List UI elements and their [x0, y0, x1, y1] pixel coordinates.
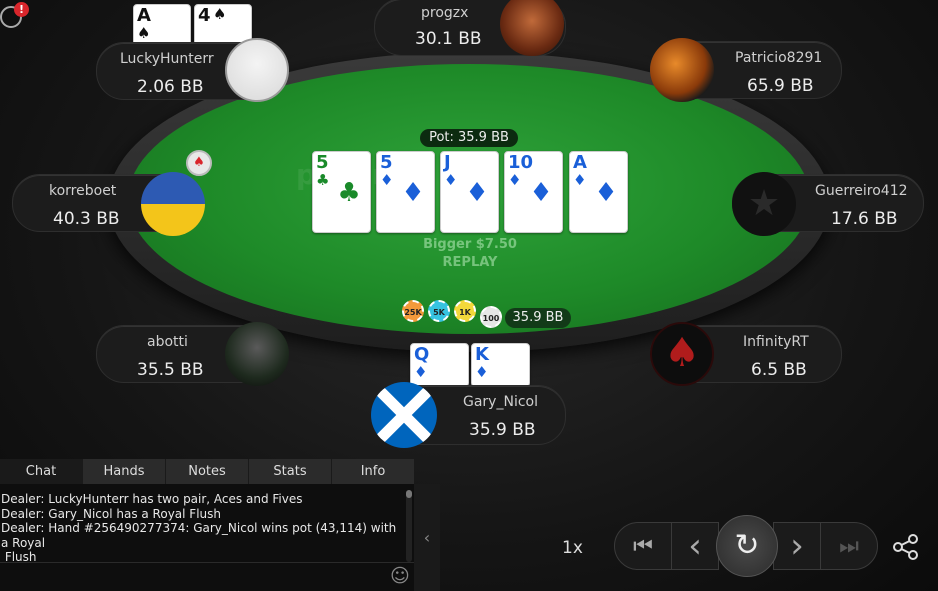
- card-suit: ♦: [508, 171, 522, 189]
- player-stack: 35.5 BB: [137, 360, 204, 380]
- avatar: [225, 38, 289, 102]
- saltire-flag-icon: [371, 382, 437, 448]
- player-stack: 65.9 BB: [747, 76, 814, 96]
- tab-notes[interactable]: Notes: [166, 459, 249, 484]
- chat-scrollbar[interactable]: [406, 490, 412, 562]
- replay-bigger-label: Bigger $7.50: [423, 237, 517, 252]
- chip-stack: 5K: [428, 300, 450, 322]
- player-stack: 17.6 BB: [831, 209, 898, 229]
- chip-stack: 1K: [454, 300, 476, 322]
- hole-card: A ♠: [133, 4, 191, 46]
- previous-button[interactable]: ‹: [671, 522, 719, 570]
- chip-stack: 25K: [402, 300, 424, 322]
- card-rank: 5: [380, 152, 393, 173]
- player-stack: 6.5 BB: [751, 360, 807, 380]
- card-face: ♣: [337, 178, 361, 208]
- player-stack: 35.9 BB: [469, 420, 536, 440]
- tab-info[interactable]: Info: [332, 459, 414, 484]
- avatar: ★: [732, 172, 796, 236]
- dealer-button-icon: ♠: [186, 150, 212, 176]
- player-name: korreboet: [49, 183, 117, 199]
- chat-panel: Dealer: LuckyHunterr has two pair, Aces …: [0, 484, 414, 591]
- player-stack: 2.06 BB: [137, 77, 204, 97]
- card-rank: 4: [198, 5, 211, 26]
- bet-amount: 35.9 BB: [505, 308, 571, 328]
- card-suit: ♦: [444, 171, 458, 189]
- emoji-icon[interactable]: ☺: [390, 565, 410, 587]
- player-name: abotti: [147, 334, 188, 350]
- board-card: 5 ♦ ♦: [376, 151, 435, 233]
- last-hand-button[interactable]: ⏭: [820, 522, 878, 570]
- chevron-left-icon: ‹: [688, 526, 702, 566]
- avatar: [141, 172, 205, 236]
- card-suit: ♦: [475, 363, 489, 381]
- alert-badge-icon: !: [14, 2, 29, 17]
- card-rank: 5: [316, 152, 329, 173]
- chat-input[interactable]: [0, 562, 414, 563]
- card-suit: ♦: [380, 171, 394, 189]
- tab-chat[interactable]: Chat: [0, 459, 83, 484]
- replay-hand-button[interactable]: ↻: [716, 515, 778, 577]
- chip-stack: 100: [480, 306, 502, 328]
- pot-label: Pot: 35.9 BB: [420, 129, 518, 147]
- player-name: Gary_Nicol: [463, 394, 538, 410]
- card-rank: J: [444, 152, 451, 173]
- card-suit: ♠: [213, 5, 227, 23]
- card-suit: ♦: [573, 171, 587, 189]
- board-card: J ♦ ♦: [440, 151, 499, 233]
- avatar: [225, 322, 289, 386]
- card-suit: ♦: [414, 363, 428, 381]
- share-icon[interactable]: [892, 533, 920, 561]
- card-face: ♦: [401, 178, 425, 208]
- card-rank: K: [475, 344, 489, 365]
- chat-message: Dealer: Hand #256490277374: Gary_Nicol w…: [1, 521, 397, 550]
- skip-last-icon: ⏭: [839, 533, 859, 559]
- player-name: InfinityRT: [743, 334, 809, 350]
- first-hand-button[interactable]: ⏮: [614, 522, 672, 570]
- card-rank: A: [137, 5, 151, 26]
- playback-speed[interactable]: 1x: [562, 538, 583, 558]
- replay-button[interactable]: Bigger $7.50 REPLAY: [400, 236, 540, 272]
- collapse-panel-button[interactable]: ‹: [414, 484, 440, 591]
- panel-tabs: Chat Hands Notes Stats Info: [0, 459, 414, 484]
- card-rank: Q: [414, 344, 430, 365]
- replay-label: REPLAY: [442, 255, 498, 270]
- card-rank: A: [573, 152, 587, 173]
- board-card: A ♦ ♦: [569, 151, 628, 233]
- player-name: Guerreiro412: [815, 183, 908, 199]
- next-button[interactable]: ›: [773, 522, 821, 570]
- avatar: [371, 382, 437, 448]
- replay-icon: ↻: [734, 528, 760, 563]
- hole-card: Q ♦: [410, 343, 469, 387]
- chat-message: Dealer: Gary_Nicol has a Royal Flush: [1, 506, 221, 521]
- avatar: [650, 38, 714, 102]
- tab-stats[interactable]: Stats: [249, 459, 332, 484]
- player-name: LuckyHunterr: [120, 51, 214, 67]
- player-stack: 40.3 BB: [53, 209, 120, 229]
- avatar: ♠: [650, 322, 714, 386]
- player-stack: 30.1 BB: [415, 29, 482, 49]
- player-name: progzx: [421, 5, 469, 21]
- board-card: 5 ♣ ♣: [312, 151, 371, 233]
- card-face: ♦: [594, 178, 618, 208]
- player-name: Patricio8291: [735, 50, 823, 66]
- tab-hands[interactable]: Hands: [83, 459, 166, 484]
- chat-message: Dealer: LuckyHunterr has two pair, Aces …: [1, 492, 303, 506]
- card-face: ♦: [529, 178, 553, 208]
- board-card: 10 ♦ ♦: [504, 151, 563, 233]
- card-suit: ♠: [137, 24, 151, 42]
- card-face: ♦: [465, 178, 489, 208]
- chevron-right-icon: ›: [790, 526, 804, 566]
- hole-card: K ♦: [471, 343, 530, 387]
- card-suit: ♣: [316, 171, 330, 189]
- skip-first-icon: ⏮: [633, 533, 653, 559]
